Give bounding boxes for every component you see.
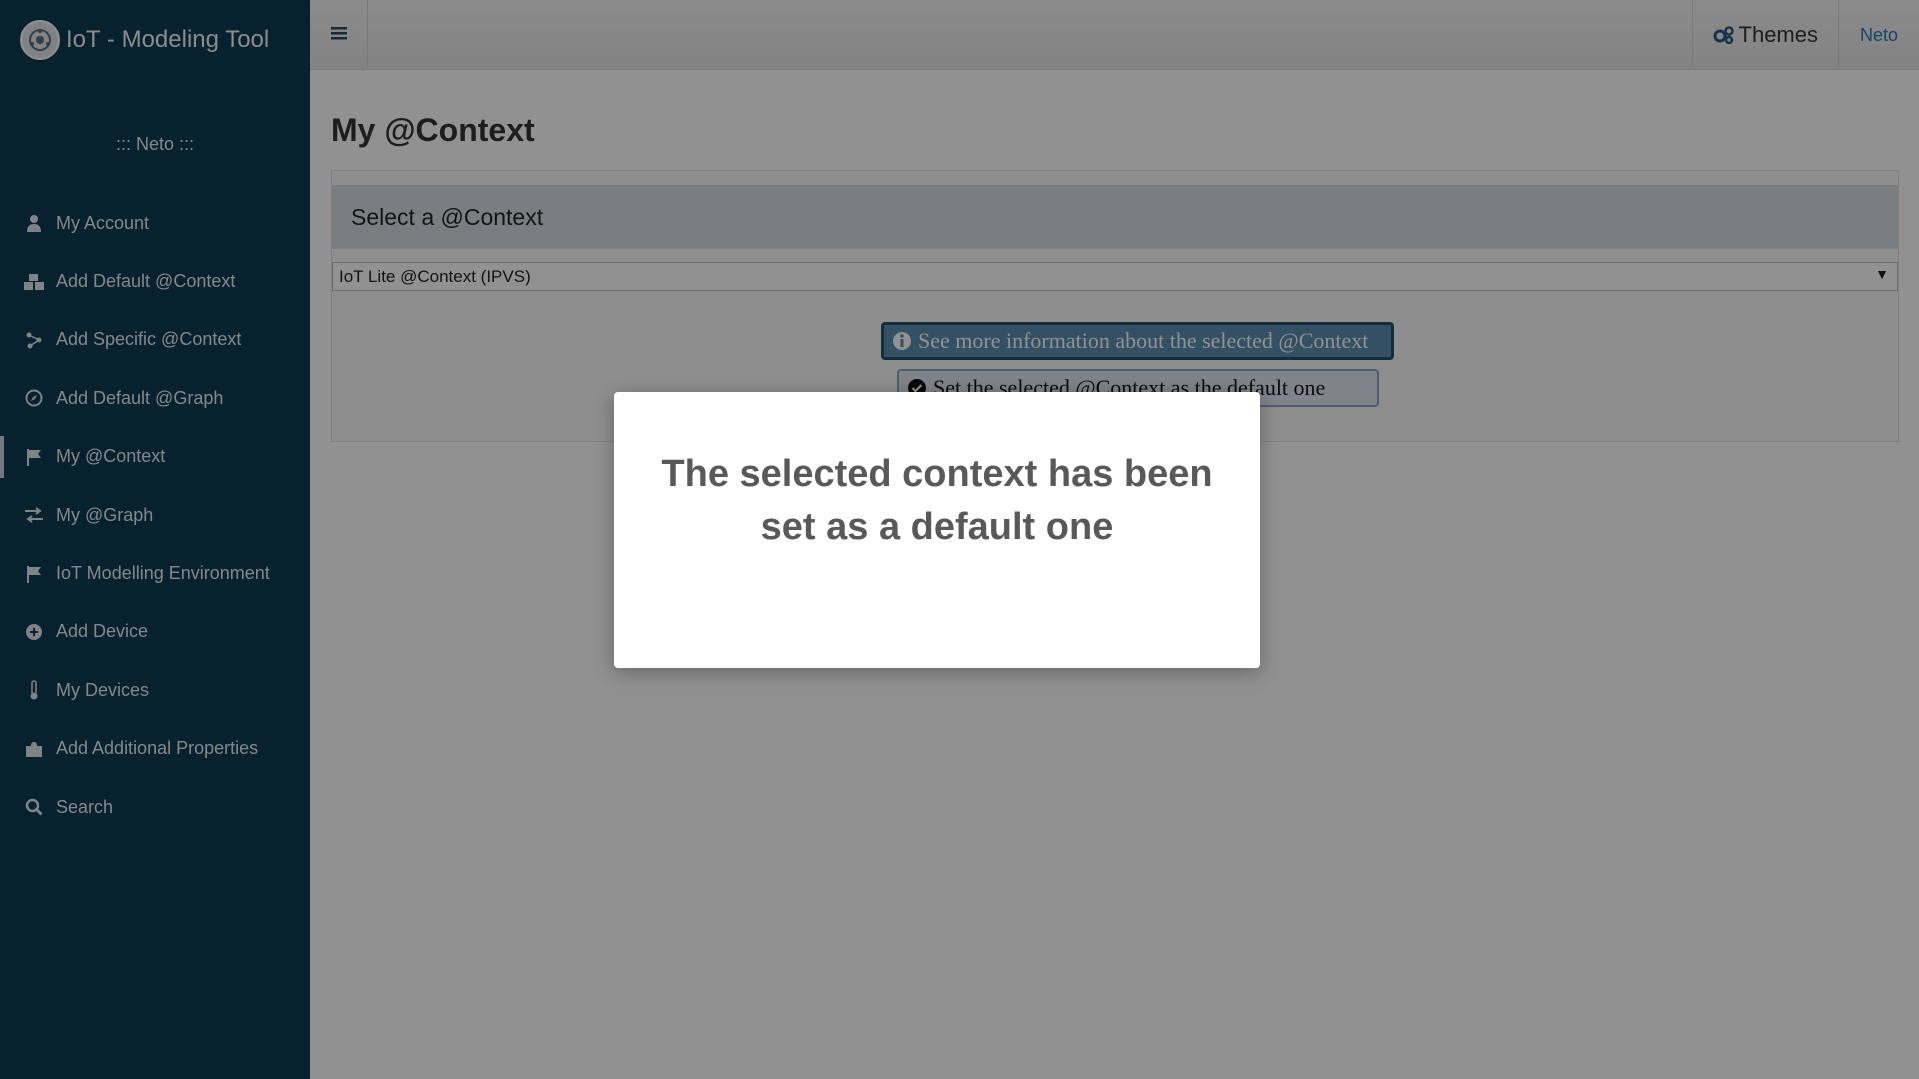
modal-message: The selected context has been set as a d… xyxy=(661,453,1213,548)
confirmation-modal: The selected context has been set as a d… xyxy=(614,392,1260,668)
